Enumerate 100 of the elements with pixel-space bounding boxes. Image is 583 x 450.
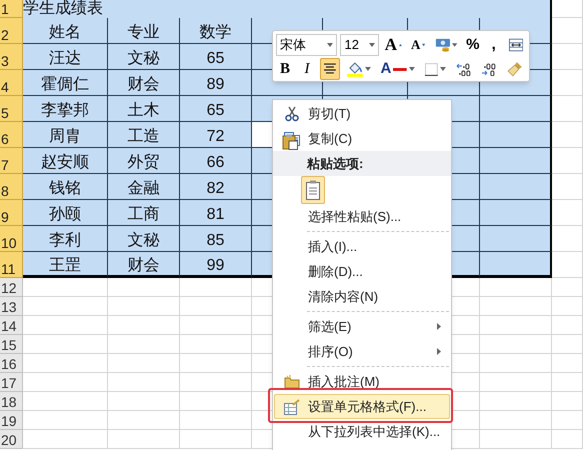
table-cell	[552, 174, 583, 200]
table-cell: 文秘	[108, 44, 180, 70]
font-size-field[interactable]: 12	[340, 34, 379, 56]
table-cell	[552, 354, 583, 373]
table-cell: 土木	[108, 96, 180, 122]
table-cell: 财会	[108, 70, 180, 96]
table-cell: 文秘	[108, 226, 180, 252]
paste-option-button[interactable]	[301, 176, 325, 204]
table-cell: 李挚邦	[23, 96, 108, 122]
table-cell	[480, 278, 552, 297]
brush-icon	[507, 61, 524, 78]
table-cell	[480, 411, 552, 430]
row-header[interactable]: 4	[0, 70, 23, 96]
row-header[interactable]: 12	[0, 278, 23, 297]
row-header[interactable]: 19	[0, 411, 23, 430]
table-cell	[552, 411, 583, 430]
folder-note-icon	[284, 374, 300, 388]
table-cell	[108, 354, 180, 373]
table-cell: 工造	[108, 122, 180, 148]
menu-item[interactable]: 设置单元格格式(F)...	[274, 394, 450, 419]
row-header[interactable]: 20	[0, 430, 23, 449]
table-cell: 李利	[23, 226, 108, 252]
menu-item[interactable]: 筛选(E)	[274, 314, 450, 339]
row-header[interactable]: 16	[0, 354, 23, 373]
table-cell	[480, 430, 552, 449]
table-cell: 工商	[108, 200, 180, 226]
border-icon	[424, 62, 438, 76]
table-cell	[480, 226, 552, 252]
menu-item[interactable]: 排序(O)	[274, 339, 450, 364]
row-header[interactable]: 7	[0, 148, 23, 174]
table-cell: 85	[180, 226, 252, 252]
row-header[interactable]: 9	[0, 200, 23, 226]
table-cell	[552, 226, 583, 252]
row-header[interactable]: 14	[0, 316, 23, 335]
table-cell	[480, 373, 552, 392]
row-header[interactable]: 6	[0, 122, 23, 148]
table-cell	[480, 96, 552, 122]
row-header[interactable]: 10	[0, 226, 23, 252]
menu-item[interactable]: 删除(D)...	[274, 259, 450, 284]
row-header[interactable]: 13	[0, 297, 23, 316]
menu-item[interactable]: 剪切(T)	[274, 101, 450, 126]
table-cell: 孙颐	[23, 200, 108, 226]
scissors-icon	[284, 106, 298, 122]
table-cell	[552, 0, 583, 18]
percent-button[interactable]: %	[464, 34, 482, 56]
format-cells-icon	[284, 398, 300, 414]
down-icon	[422, 42, 426, 47]
row-header[interactable]: 5	[0, 96, 23, 122]
table-cell	[552, 392, 583, 411]
menu-item[interactable]: 从下拉列表中选择(K)...	[274, 419, 450, 444]
table-cell	[108, 278, 180, 297]
italic-button[interactable]: I	[298, 58, 316, 80]
table-cell: 72	[180, 122, 252, 148]
table-cell	[480, 354, 552, 373]
table-cell: 89	[180, 70, 252, 96]
row-header[interactable]: 3	[0, 44, 23, 70]
menu-item[interactable]: 选择性粘贴(S)...	[274, 204, 450, 229]
merge-icon	[508, 38, 523, 52]
table-cell	[480, 392, 552, 411]
table-cell: 66	[180, 148, 252, 174]
table-cell	[480, 252, 552, 278]
row-header[interactable]: 1	[0, 0, 23, 18]
row-header[interactable]: 2	[0, 18, 23, 44]
row-header[interactable]: 15	[0, 335, 23, 354]
clipboard-icon	[282, 134, 298, 150]
menu-item[interactable]: 清除内容(N)	[274, 284, 450, 309]
table-cell	[108, 335, 180, 354]
table-cell	[480, 122, 552, 148]
decrease-decimal-icon	[481, 62, 498, 76]
font-field[interactable]: 宋体	[276, 34, 338, 56]
table-cell: 金融	[108, 174, 180, 200]
table-cell	[552, 297, 583, 316]
row-header[interactable]: 8	[0, 174, 23, 200]
table-cell	[480, 316, 552, 335]
shrink-font-button[interactable]: A	[408, 34, 429, 56]
table-cell: 汪达	[23, 44, 108, 70]
table-cell	[108, 373, 180, 392]
table-cell	[552, 122, 583, 148]
table-cell	[480, 174, 552, 200]
menu-item[interactable]: 插入(I)...	[274, 234, 450, 259]
grow-font-button[interactable]: A	[382, 34, 405, 56]
row-header[interactable]: 17	[0, 373, 23, 392]
font-color-button[interactable]: A	[378, 58, 418, 80]
center-align-button[interactable]	[320, 58, 340, 80]
table-cell: 姓名	[23, 18, 108, 44]
row-header[interactable]: 11	[0, 252, 23, 278]
center-align-icon	[323, 63, 337, 76]
table-cell	[552, 316, 583, 335]
row-header[interactable]: 18	[0, 392, 23, 411]
submenu-arrow-icon	[437, 348, 441, 355]
money-icon	[434, 36, 450, 53]
table-cell: 65	[180, 96, 252, 122]
paste-document-icon	[305, 180, 321, 200]
table-cell: 65	[180, 44, 252, 70]
submenu-arrow-icon	[437, 323, 441, 330]
comma-button[interactable]: ,	[484, 34, 503, 56]
menu-item[interactable]: 插入批注(M)	[274, 369, 450, 394]
table-cell	[480, 335, 552, 354]
table-cell: 81	[180, 200, 252, 226]
bold-button[interactable]: B	[276, 58, 294, 80]
